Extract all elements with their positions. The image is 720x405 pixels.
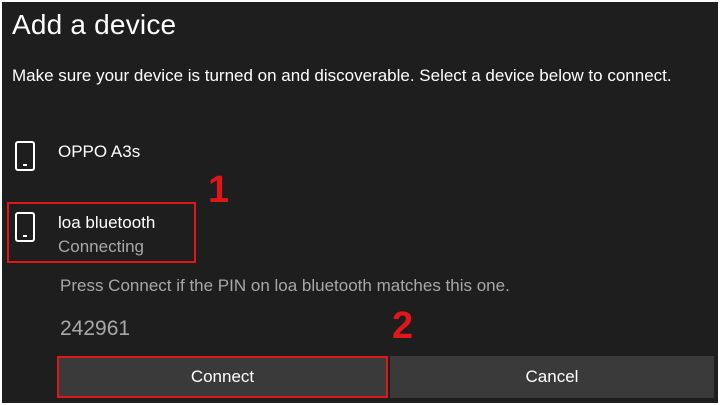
cancel-button[interactable]: Cancel <box>390 356 714 398</box>
device-name: OPPO A3s <box>58 142 141 161</box>
dialog-instructions: Make sure your device is turned on and d… <box>12 66 672 85</box>
annotation-marker-2: 2 <box>392 305 414 347</box>
phone-icon <box>15 141 35 171</box>
annotation-marker-1: 1 <box>208 169 230 211</box>
device-item-oppo-a3s[interactable]: OPPO A3s <box>14 139 140 171</box>
pin-code: 242961 <box>60 317 131 340</box>
add-device-dialog: Add a device Make sure your device is tu… <box>2 2 718 403</box>
dialog-title: Add a device <box>12 9 177 40</box>
connect-button[interactable]: Connect <box>57 356 388 398</box>
pin-message: Press Connect if the PIN on loa bluetoot… <box>60 276 510 295</box>
annotation-highlight-device <box>7 202 196 263</box>
